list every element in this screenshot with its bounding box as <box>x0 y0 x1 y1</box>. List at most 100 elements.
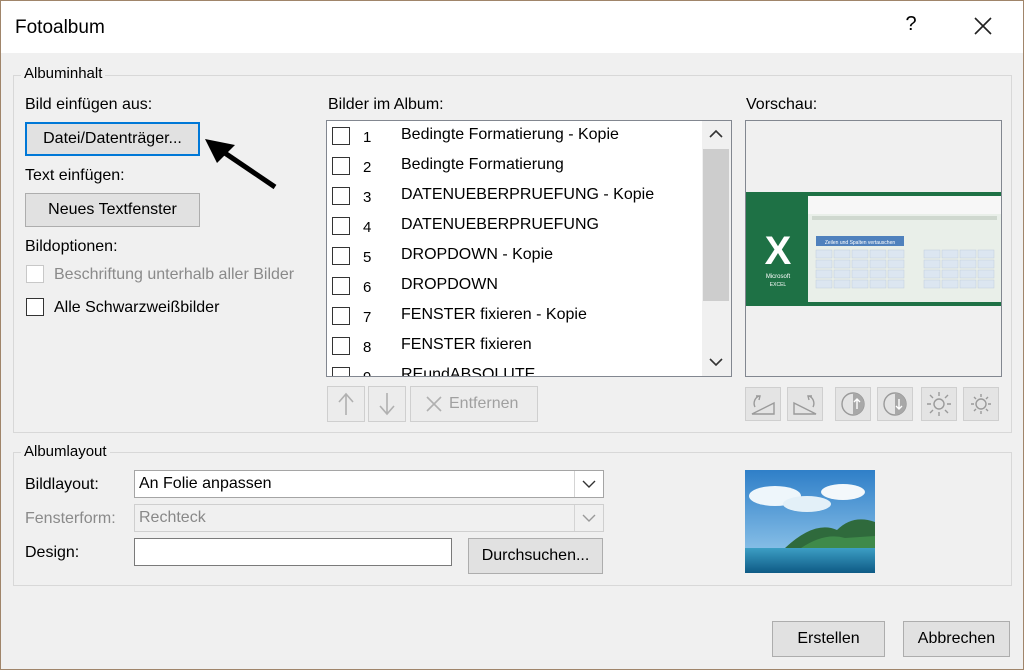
move-down-button[interactable] <box>368 386 406 422</box>
picture-name: FENSTER fixieren <box>401 336 532 353</box>
picture-layout-select[interactable]: An Folie anpassen <box>134 470 604 498</box>
preview-label: Vorschau: <box>746 96 818 113</box>
brightness-down-icon <box>971 394 991 414</box>
dialog-title: Fotoalbum <box>15 17 105 38</box>
picture-checkbox[interactable] <box>332 187 350 205</box>
picture-checkbox[interactable] <box>332 337 350 355</box>
list-item[interactable]: 3 DATENUEBERPRUEFUNG - Kopie <box>327 181 703 211</box>
list-item[interactable]: 8 FENSTER fixieren <box>327 331 703 361</box>
list-item[interactable]: 6 DROPDOWN <box>327 271 703 301</box>
preview-product-text: EXCEL <box>770 282 787 288</box>
close-button[interactable] <box>965 11 1001 41</box>
contrast-down-icon <box>883 392 907 416</box>
chevron-down-icon <box>582 514 596 522</box>
scroll-up-icon[interactable] <box>709 129 723 139</box>
chevron-down-icon <box>582 480 596 488</box>
arrow-up-icon <box>338 392 354 415</box>
brightness-down-button[interactable] <box>963 387 999 421</box>
picture-layout-value: An Folie anpassen <box>139 475 272 492</box>
contrast-up-icon <box>841 392 865 416</box>
frame-shape-value: Rechteck <box>139 509 206 526</box>
pictures-in-album-label: Bilder im Album: <box>328 96 444 113</box>
brightness-up-button[interactable] <box>921 387 957 421</box>
picture-number: 8 <box>363 339 372 356</box>
picture-options-label: Bildoptionen: <box>25 238 118 255</box>
list-item[interactable]: 5 DROPDOWN - Kopie <box>327 241 703 271</box>
contrast-down-button[interactable] <box>877 387 913 421</box>
picture-checkbox[interactable] <box>332 277 350 295</box>
picture-number: 5 <box>363 249 372 266</box>
frame-shape-label: Fensterform: <box>25 510 116 527</box>
cancel-button[interactable]: Abbrechen <box>903 621 1010 657</box>
picture-name: DATENUEBERPRUEFUNG <box>401 216 599 233</box>
blackwhite-option-label: Alle Schwarzweißbilder <box>54 299 220 316</box>
create-button[interactable]: Erstellen <box>772 621 885 657</box>
theme-label: Design: <box>25 544 80 561</box>
browse-button[interactable]: Durchsuchen... <box>468 538 603 574</box>
list-item[interactable]: 9 REundABSOLUTE <box>327 361 703 377</box>
preview-image: Zeilen und Spalten vertauschen X Microso… <box>746 192 1001 306</box>
preview-banner-text: Zeilen und Spalten vertauschen <box>825 240 896 246</box>
picture-checkbox[interactable] <box>332 367 350 376</box>
list-item[interactable]: 2 Bedingte Formatierung <box>327 151 703 181</box>
theme-input[interactable] <box>134 538 452 566</box>
picture-name: Bedingte Formatierung - Kopie <box>401 126 619 143</box>
rotate-left-icon <box>751 395 775 415</box>
help-button[interactable]: ? <box>899 13 923 39</box>
layout-preview-image <box>745 470 875 573</box>
remove-button[interactable]: Entfernen <box>410 386 538 422</box>
insert-from-label: Bild einfügen aus: <box>25 96 153 113</box>
pointer-arrow-icon <box>205 139 277 190</box>
picture-checkbox[interactable] <box>332 307 350 325</box>
move-up-button[interactable] <box>327 386 365 422</box>
picture-name: FENSTER fixieren - Kopie <box>401 306 587 323</box>
picture-layout-label: Bildlayout: <box>25 476 99 493</box>
rotate-right-icon <box>793 395 817 415</box>
picture-name: Bedingte Formatierung <box>401 156 564 173</box>
preview-pane: Zeilen und Spalten vertauschen X Microso… <box>745 120 1002 377</box>
new-textbox-button[interactable]: Neues Textfenster <box>25 193 200 227</box>
list-scrollbar[interactable] <box>702 121 731 376</box>
title-bar: Fotoalbum ? <box>1 1 1023 53</box>
picture-number: 1 <box>363 129 372 146</box>
list-item[interactable]: 1 Bedingte Formatierung - Kopie <box>327 121 703 151</box>
rotate-right-button[interactable] <box>787 387 823 421</box>
album-content-legend: Albuminhalt <box>21 65 106 82</box>
frame-shape-select[interactable]: Rechteck <box>134 504 604 532</box>
picture-number: 4 <box>363 219 372 236</box>
list-item[interactable]: 7 FENSTER fixieren - Kopie <box>327 301 703 331</box>
picture-layout-dropdown[interactable] <box>574 471 603 497</box>
x-remove-icon <box>426 396 442 412</box>
blackwhite-checkbox[interactable] <box>26 298 44 316</box>
remove-label: Entfernen <box>449 395 519 412</box>
pictures-listbox[interactable]: 1 Bedingte Formatierung - Kopie 2 Beding… <box>326 120 732 377</box>
scroll-down-icon[interactable] <box>709 357 723 367</box>
arrow-down-icon <box>379 393 395 416</box>
picture-name: DROPDOWN - Kopie <box>401 246 554 263</box>
picture-number: 2 <box>363 159 372 176</box>
picture-number: 7 <box>363 309 372 326</box>
preview-brand-text: Microsoft <box>766 274 791 280</box>
caption-checkbox[interactable] <box>26 265 44 283</box>
picture-number: 9 <box>363 369 371 376</box>
caption-option-label: Beschriftung unterhalb aller Bilder <box>54 266 295 283</box>
fotoalbum-dialog: Fotoalbum ? Albuminhalt Bild einfügen au… <box>0 0 1024 670</box>
list-item[interactable]: 4 DATENUEBERPRUEFUNG <box>327 211 703 241</box>
picture-name: REundABSOLUTE <box>401 366 536 377</box>
close-icon <box>974 17 992 35</box>
preview-excel-x: X <box>765 229 792 273</box>
frame-shape-dropdown[interactable] <box>574 505 603 531</box>
picture-checkbox[interactable] <box>332 247 350 265</box>
scroll-thumb[interactable] <box>703 149 729 301</box>
picture-name: DATENUEBERPRUEFUNG - Kopie <box>401 186 655 203</box>
album-layout-legend: Albumlayout <box>21 443 110 460</box>
contrast-up-button[interactable] <box>835 387 871 421</box>
picture-number: 6 <box>363 279 372 296</box>
rotate-left-button[interactable] <box>745 387 781 421</box>
picture-name: DROPDOWN <box>401 276 498 293</box>
insert-text-label: Text einfügen: <box>25 167 125 184</box>
picture-checkbox[interactable] <box>332 127 350 145</box>
picture-checkbox[interactable] <box>332 217 350 235</box>
file-disk-button[interactable]: Datei/Datenträger... <box>25 122 200 156</box>
picture-checkbox[interactable] <box>332 157 350 175</box>
